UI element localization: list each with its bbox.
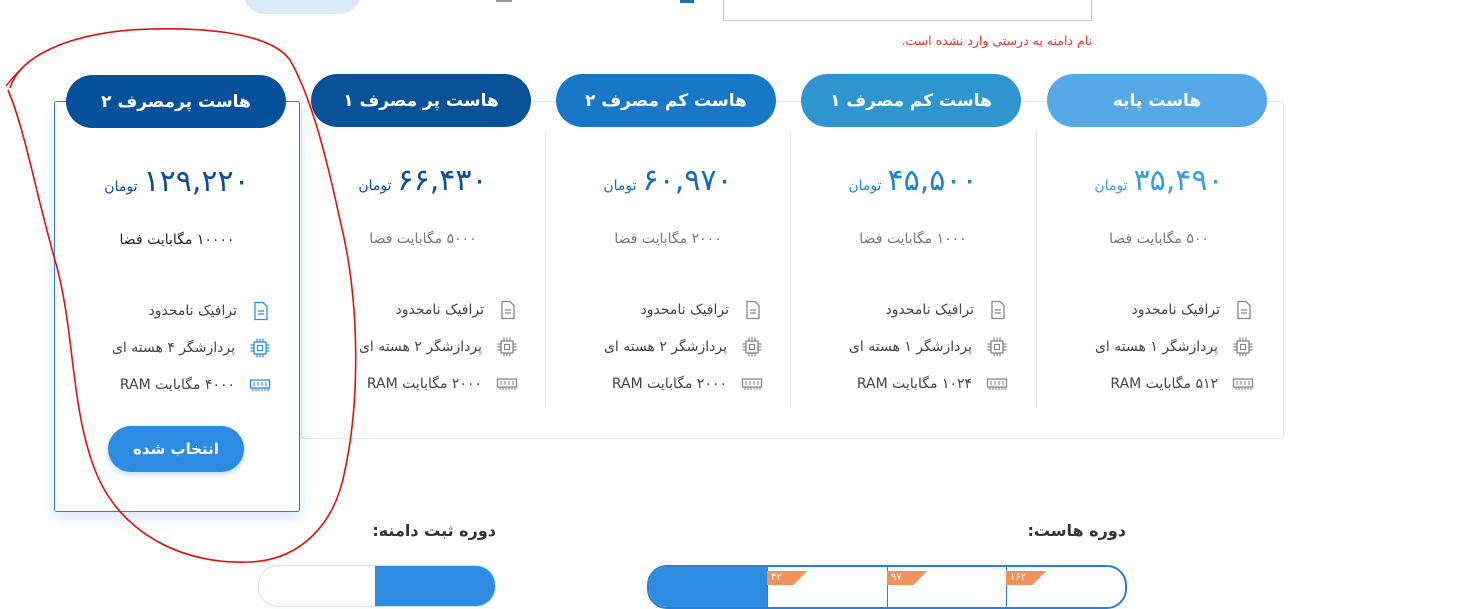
feature-ram: ۱۰۲۴ مگابایت RAM — [849, 365, 1008, 402]
price-currency: تومان — [104, 179, 138, 195]
ram-icon — [986, 376, 1008, 392]
feature-ram: ۲۰۰۰ مگابایت RAM — [604, 365, 763, 402]
period-option-selected[interactable] — [649, 567, 767, 607]
feature-label: پردازشگر ۱ هسته ای — [1094, 338, 1218, 355]
feature-label: ترافیک نامحدود — [640, 301, 729, 318]
feature-label: ترافیک نامحدود — [1131, 301, 1220, 318]
option-mark — [496, 0, 512, 2]
plan-features: ترافیک نامحدود پردازشگر ۴ هسته ای ۴۰۰۰ م… — [112, 292, 271, 403]
price-currency: تومان — [603, 178, 637, 194]
feature-cpu: پردازشگر ۲ هسته ای — [359, 328, 518, 365]
plan-space: ۵۰۰۰ مگابایت فضا — [369, 231, 477, 247]
plan-price: ۱۲۹,۲۲۰ تومان — [55, 164, 299, 199]
plan-features: ترافیک نامحدود پردازشگر ۲ هسته ای ۲۰۰۰ م… — [604, 291, 763, 402]
host-period-selector[interactable]: ۴۲ ۹۷ ۱۶۲ — [647, 565, 1127, 609]
feature-traffic: ترافیک نامحدود — [604, 291, 763, 328]
feature-label: ۱۰۲۴ مگابایت RAM — [856, 375, 972, 392]
feature-traffic: ترافیک نامحدود — [1095, 291, 1254, 328]
feature-label: ترافیک نامحدود — [885, 301, 974, 318]
cpu-icon — [249, 337, 271, 359]
plan-card-high-2-selected[interactable]: هاست پرمصرف ۲ ۱۲۹,۲۲۰ تومان ۱۰۰۰۰ مگابای… — [54, 75, 300, 512]
ram-icon — [249, 377, 271, 393]
feature-label: ترافیک نامحدود — [395, 301, 484, 318]
price-value: ۴۵,۵۰۰ — [887, 163, 978, 198]
ram-icon — [1232, 376, 1254, 392]
price-value: ۳۵,۴۹۰ — [1133, 163, 1224, 198]
price-value: ۱۲۹,۲۲۰ — [143, 164, 250, 199]
plan-title: هاست پایه — [1047, 74, 1267, 127]
domain-error-message: نام دامنه به درستی وارد نشده است. — [901, 33, 1092, 48]
cpu-icon — [986, 336, 1008, 358]
plan-space: ۵۰۰ مگابایت فضا — [1109, 231, 1209, 247]
feature-label: پردازشگر ۴ هسته ای — [111, 339, 235, 356]
document-icon — [251, 301, 271, 321]
discount-badge: ۹۷ — [887, 571, 935, 585]
ram-icon — [741, 376, 763, 392]
feature-label: ترافیک نامحدود — [148, 302, 237, 319]
plan-title: هاست پرمصرف ۲ — [66, 75, 286, 128]
plan-card-low-2[interactable]: هاست کم مصرف ۲ ۶۰,۹۷۰ تومان ۲۰۰۰ مگابایت… — [545, 74, 791, 437]
domain-period-option-selected[interactable] — [375, 566, 495, 606]
domain-period-label: دوره ثبت دامنه: — [372, 521, 496, 540]
price-currency: تومان — [1094, 178, 1128, 194]
feature-label: پردازشگر ۱ هسته ای — [848, 338, 972, 355]
plan-features: ترافیک نامحدود پردازشگر ۲ هسته ای ۲۰۰۰ م… — [359, 291, 518, 402]
host-period-label: دوره هاست: — [1027, 521, 1126, 540]
plan-features: ترافیک نامحدود پردازشگر ۱ هسته ای ۱۰۲۴ م… — [849, 291, 1008, 402]
period-pill[interactable] — [243, 0, 361, 14]
feature-cpu: پردازشگر ۱ هسته ای — [849, 328, 1008, 365]
feature-ram: ۵۱۲ مگابایت RAM — [1095, 365, 1254, 402]
ram-icon — [496, 376, 518, 392]
price-value: ۶۶,۴۳۰ — [397, 163, 488, 198]
feature-label: پردازشگر ۲ هسته ای — [358, 338, 482, 355]
cpu-icon — [741, 336, 763, 358]
plan-title: هاست کم مصرف ۲ — [556, 74, 776, 127]
discount-badge: ۴۲ — [767, 571, 815, 585]
price-currency: تومان — [358, 178, 392, 194]
plan-space: ۲۰۰۰ مگابایت فضا — [614, 231, 722, 247]
plan-title: هاست پر مصرف ۱ — [311, 74, 531, 127]
feature-cpu: پردازشگر ۴ هسته ای — [112, 329, 271, 366]
cpu-icon — [1232, 336, 1254, 358]
document-icon — [1234, 300, 1254, 320]
plan-price: ۶۰,۹۷۰ تومان — [545, 163, 791, 198]
plan-card-low-1[interactable]: هاست کم مصرف ۱ ۴۵,۵۰۰ تومان ۱۰۰۰ مگابایت… — [790, 74, 1036, 437]
plan-space: ۱۰۰۰ مگابایت فضا — [859, 231, 967, 247]
price-value: ۶۰,۹۷۰ — [642, 163, 733, 198]
price-currency: تومان — [848, 178, 882, 194]
option-mark-active — [680, 0, 694, 3]
document-icon — [743, 300, 763, 320]
feature-cpu: پردازشگر ۱ هسته ای — [1095, 328, 1254, 365]
plan-card-high-1[interactable]: هاست پر مصرف ۱ ۶۶,۴۳۰ تومان ۵۰۰۰ مگابایت… — [300, 74, 546, 437]
plan-price: ۳۵,۴۹۰ تومان — [1036, 163, 1282, 198]
feature-traffic: ترافیک نامحدود — [112, 292, 271, 329]
plan-price: ۴۵,۵۰۰ تومان — [790, 163, 1036, 198]
feature-ram: ۲۰۰۰ مگابایت RAM — [359, 365, 518, 402]
plan-title: هاست کم مصرف ۱ — [801, 74, 1021, 127]
document-icon — [498, 300, 518, 320]
feature-traffic: ترافیک نامحدود — [849, 291, 1008, 328]
plan-space: ۱۰۰۰۰ مگابایت فضا — [119, 232, 235, 248]
feature-label: ۴۰۰۰ مگابایت RAM — [119, 376, 235, 393]
feature-label: پردازشگر ۲ هسته ای — [603, 338, 727, 355]
selected-button[interactable]: انتخاب شده — [108, 426, 244, 472]
feature-traffic: ترافیک نامحدود — [359, 291, 518, 328]
domain-input[interactable] — [723, 0, 1092, 21]
feature-label: ۲۰۰۰ مگابایت RAM — [366, 375, 482, 392]
feature-label: ۵۱۲ مگابایت RAM — [1110, 375, 1218, 392]
domain-period-selector[interactable] — [258, 565, 496, 607]
feature-cpu: پردازشگر ۲ هسته ای — [604, 328, 763, 365]
cpu-icon — [496, 336, 518, 358]
plan-card-basic[interactable]: هاست پایه ۳۵,۴۹۰ تومان ۵۰۰ مگابایت فضا ت… — [1036, 74, 1282, 437]
feature-ram: ۴۰۰۰ مگابایت RAM — [112, 366, 271, 403]
plan-price: ۶۶,۴۳۰ تومان — [300, 163, 546, 198]
plan-features: ترافیک نامحدود پردازشگر ۱ هسته ای ۵۱۲ مگ… — [1095, 291, 1254, 402]
feature-label: ۲۰۰۰ مگابایت RAM — [611, 375, 727, 392]
document-icon — [988, 300, 1008, 320]
discount-badge: ۱۶۲ — [1006, 571, 1054, 585]
